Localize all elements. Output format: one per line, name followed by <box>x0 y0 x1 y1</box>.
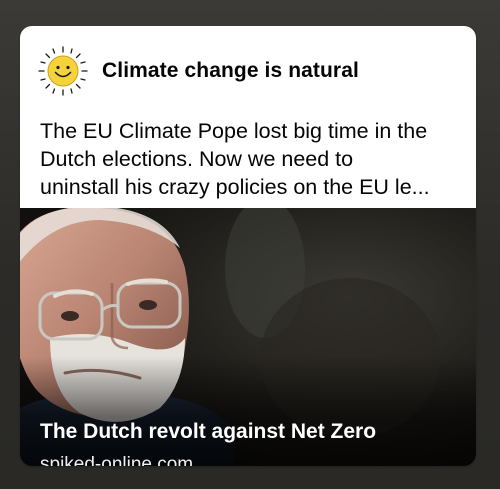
link-title[interactable]: The Dutch revolt against Net Zero <box>40 420 376 444</box>
link-preview[interactable]: The Dutch revolt against Net Zero spiked… <box>20 208 476 466</box>
post-text-line: uninstall his crazy policies on the EU l… <box>40 175 430 199</box>
post-text[interactable]: The EU Climate Pope lost big time in the… <box>40 117 465 201</box>
link-domain[interactable]: spiked-online.com <box>40 454 193 466</box>
page-avatar[interactable] <box>36 44 90 98</box>
post-card: Climate change is natural The EU Climate… <box>20 26 476 466</box>
preview-gradient-overlay <box>20 356 476 466</box>
post-text-line: Dutch elections. Now we need to <box>40 147 354 171</box>
post-text-line: The EU Climate Pope lost big time in the <box>40 119 428 143</box>
smiling-sun-icon <box>37 45 89 97</box>
page-name[interactable]: Climate change is natural <box>102 59 359 83</box>
post-header: Climate change is natural <box>20 26 476 112</box>
